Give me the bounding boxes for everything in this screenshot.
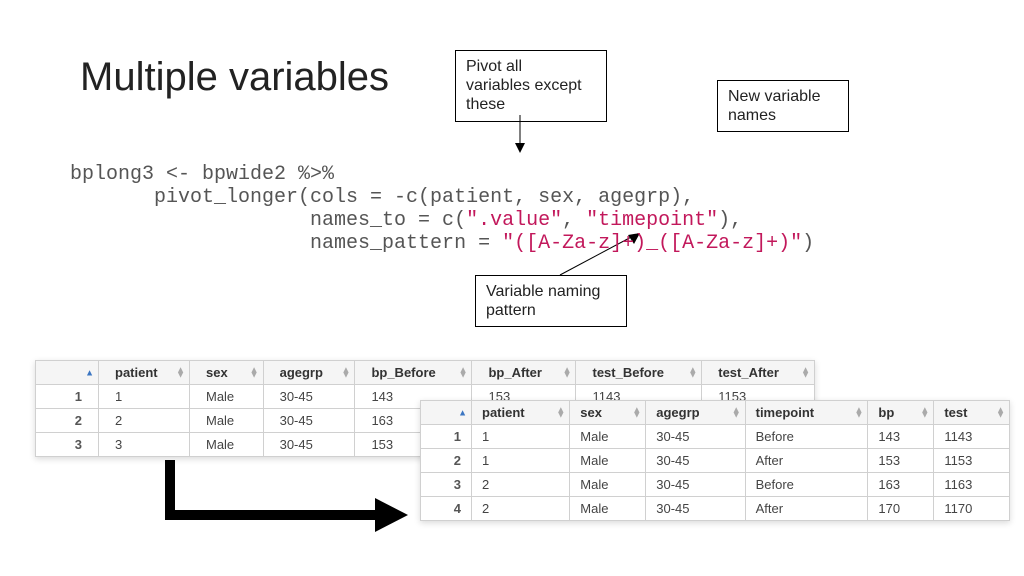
- callout-newvars: New variablenames: [717, 80, 849, 132]
- callout-pattern: Variable namingpattern: [475, 275, 627, 327]
- col-sex[interactable]: sex▲▼: [570, 401, 646, 425]
- col-agegrp[interactable]: agegrp▲▼: [263, 361, 355, 385]
- code-str-timepoint: "timepoint": [586, 209, 718, 232]
- col-test[interactable]: test▲▼: [934, 401, 1010, 425]
- table-row: 4 2 Male 30-45 After 170 1170: [421, 497, 1010, 521]
- table-long: ▲ patient▲▼ sex▲▼ agegrp▲▼ timepoint▲▼ b…: [420, 400, 1010, 521]
- col-agegrp[interactable]: agegrp▲▼: [646, 401, 745, 425]
- code-line-3a: names_to = c(: [70, 209, 466, 232]
- col-test-after[interactable]: test_After▲▼: [702, 361, 815, 385]
- col-bp-after[interactable]: bp_After▲▼: [472, 361, 576, 385]
- code-line-2: pivot_longer(cols = -c(patient, sex, age…: [70, 186, 694, 209]
- code-line-3b: ,: [562, 209, 586, 232]
- transform-arrow-icon: [150, 460, 410, 540]
- table-header-row: ▲ patient▲▼ sex▲▼ agegrp▲▼ bp_Before▲▼ b…: [36, 361, 815, 385]
- col-test-before[interactable]: test_Before▲▼: [576, 361, 702, 385]
- col-patient[interactable]: patient▲▼: [472, 401, 570, 425]
- callout-pivot: Pivot allvariables exceptthese: [455, 50, 607, 122]
- col-sex[interactable]: sex▲▼: [189, 361, 263, 385]
- code-str-value: ".value": [466, 209, 562, 232]
- table-row: 2 1 Male 30-45 After 153 1153: [421, 449, 1010, 473]
- code-line-4a: names_pattern =: [70, 232, 502, 255]
- col-bp-before[interactable]: bp_Before▲▼: [355, 361, 472, 385]
- col-bp[interactable]: bp▲▼: [868, 401, 934, 425]
- code-line-4b: ): [802, 232, 814, 255]
- slide-title: Multiple variables: [80, 55, 389, 100]
- table-row: 3 2 Male 30-45 Before 163 1163: [421, 473, 1010, 497]
- table-header-row: ▲ patient▲▼ sex▲▼ agegrp▲▼ timepoint▲▼ b…: [421, 401, 1010, 425]
- col-timepoint[interactable]: timepoint▲▼: [745, 401, 868, 425]
- code-str-pattern: "([A-Za-z]+)_([A-Za-z]+)": [502, 232, 802, 255]
- table-row: 1 1 Male 30-45 Before 143 1143: [421, 425, 1010, 449]
- col-patient[interactable]: patient▲▼: [99, 361, 190, 385]
- table-corner[interactable]: ▲: [36, 361, 99, 385]
- code-line-1: bplong3 <- bpwide2 %>%: [70, 163, 334, 186]
- code-block: bplong3 <- bpwide2 %>% pivot_longer(cols…: [70, 140, 814, 255]
- table-corner[interactable]: ▲: [421, 401, 472, 425]
- code-line-3c: ),: [718, 209, 742, 232]
